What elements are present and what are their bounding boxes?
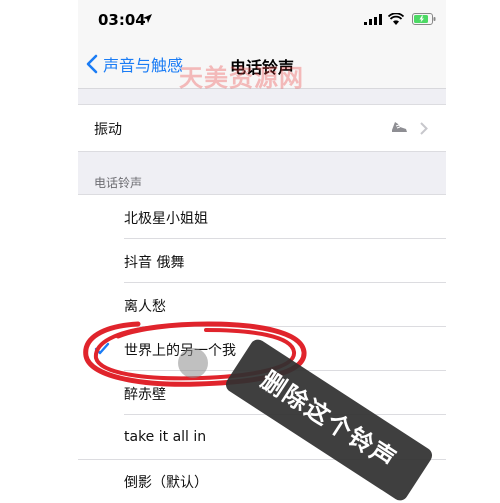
checkmark-icon [94, 342, 110, 355]
touch-indicator [178, 348, 208, 378]
section-header: 电话铃声 [94, 176, 143, 190]
wifi-icon [388, 13, 404, 25]
ringtone-name: 离人愁 [124, 299, 166, 315]
location-arrow-icon [143, 14, 152, 23]
ringtone-row[interactable]: 抖音 俄舞 [78, 239, 446, 282]
battery-icon [412, 13, 436, 25]
page-title: 电话铃声 [229, 58, 294, 77]
ringtone-name: 醉赤壁 [124, 387, 166, 403]
vibration-row[interactable]: 振动 [78, 104, 446, 152]
chevron-right-icon [420, 122, 428, 135]
cellular-signal-icon [364, 14, 382, 25]
ringtone-row[interactable]: 北极星小姐姐 [78, 195, 446, 239]
ringtone-name: 北极星小姐姐 [124, 211, 208, 227]
navigation-bar: 声音与触感 电话铃声 [78, 40, 446, 89]
ringtone-name: take it all in [124, 429, 207, 445]
ringtone-row[interactable]: 离人愁 [78, 283, 446, 326]
sneaker-icon [392, 122, 407, 132]
status-time: 03:04 [98, 11, 146, 29]
ringtone-name: 倒影（默认） [124, 475, 208, 491]
ringtone-name: 抖音 俄舞 [124, 255, 185, 271]
vibration-label: 振动 [94, 122, 122, 138]
status-bar: 03:04 [78, 0, 446, 40]
